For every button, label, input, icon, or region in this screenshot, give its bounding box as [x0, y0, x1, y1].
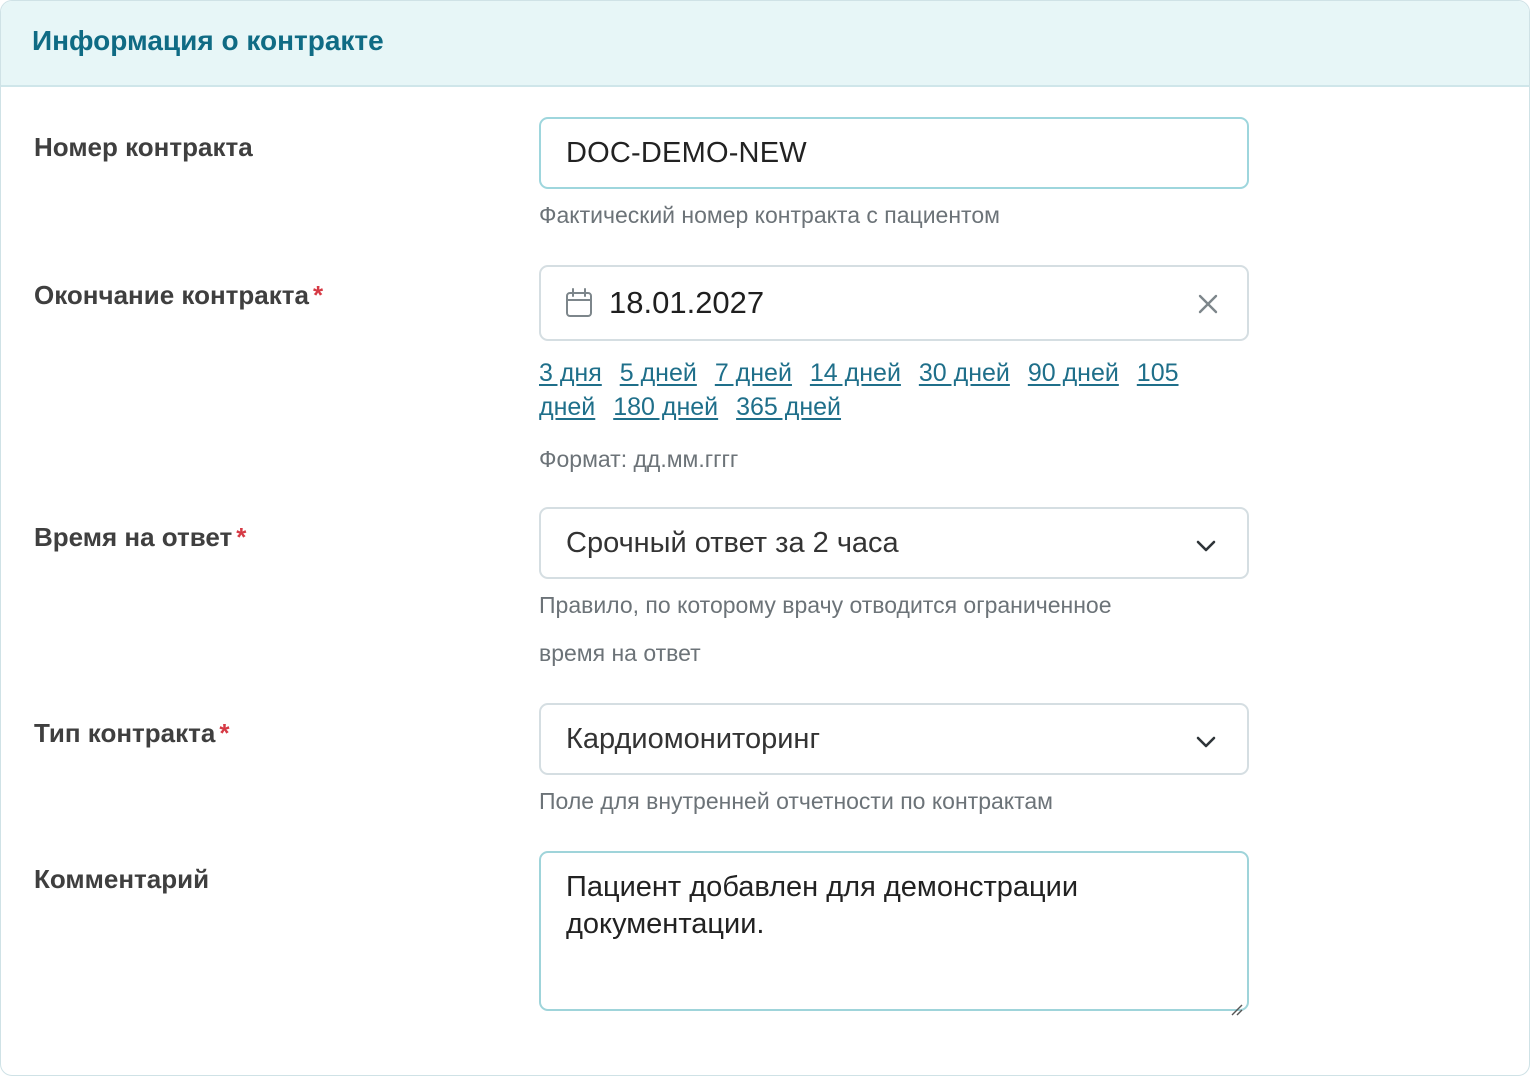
required-mark: *	[236, 522, 247, 552]
quick-link-180-days[interactable]: 180 дней	[613, 393, 718, 421]
comment-label: Комментарий	[34, 864, 210, 894]
contract-number-value: DOC-DEMO-NEW	[566, 136, 807, 169]
chevron-down-icon	[1193, 533, 1219, 559]
resize-grip-icon[interactable]	[1228, 990, 1244, 1016]
chevron-down-icon	[1193, 729, 1219, 755]
contract-number-label: Номер контракта	[34, 132, 253, 162]
response-time-value: Срочный ответ за 2 часа	[566, 526, 899, 559]
quick-link-14-days[interactable]: 14 дней	[810, 359, 901, 387]
contract-number-hint: Фактический номер контракта с пациентом	[539, 202, 1000, 228]
calendar-icon	[565, 288, 595, 318]
contract-type-label: Тип контракта *	[34, 718, 230, 748]
contract-type-select[interactable]: Кардиомониторинг	[539, 703, 1249, 775]
contract-type-hint: Поле для внутренней отчетности по контра…	[539, 788, 1053, 814]
comment-text: Пациент добавлен для демонстрации докуме…	[566, 871, 1079, 940]
quick-link-90-days[interactable]: 90 дней	[1028, 359, 1119, 387]
contract-end-value: 18.01.2027	[609, 285, 765, 320]
close-icon[interactable]	[1195, 291, 1221, 317]
required-mark: *	[219, 718, 230, 748]
card-header: Информация о контракте	[1, 1, 1529, 87]
comment-textarea[interactable]: Пациент добавлен для демонстрации докуме…	[539, 851, 1249, 1016]
quick-link-5-days[interactable]: 5 дней	[620, 359, 697, 387]
response-time-select[interactable]: Срочный ответ за 2 часа	[539, 507, 1249, 579]
quick-link-30-days[interactable]: 30 дней	[919, 359, 1010, 387]
quick-link-365-days[interactable]: 365 дней	[736, 393, 841, 421]
contract-number-input[interactable]: DOC-DEMO-NEW	[539, 117, 1249, 189]
response-time-label: Время на ответ *	[34, 522, 247, 552]
quick-link-7-days[interactable]: 7 дней	[715, 359, 792, 387]
contract-type-value: Кардиомониторинг	[566, 722, 821, 755]
required-mark: *	[312, 280, 324, 310]
quick-link-3-days[interactable]: 3 дня	[539, 359, 602, 387]
contract-end-hint: Формат: дд.мм.гггг	[539, 446, 739, 472]
contract-info-card: Информация о контракте Номер контракта D…	[0, 0, 1530, 1076]
quick-date-links: 3 дня 5 дней 7 дней 14 дней 30 дней 90 д…	[539, 356, 1199, 424]
contract-end-label: Окончание контракта *	[34, 280, 324, 310]
card-title: Информация о контракте	[32, 25, 384, 56]
response-time-hint-line2: время на ответ	[539, 640, 701, 666]
response-time-hint-line1: Правило, по которому врачу отводится огр…	[539, 592, 1112, 618]
contract-end-date-input[interactable]: 18.01.2027	[539, 265, 1249, 341]
